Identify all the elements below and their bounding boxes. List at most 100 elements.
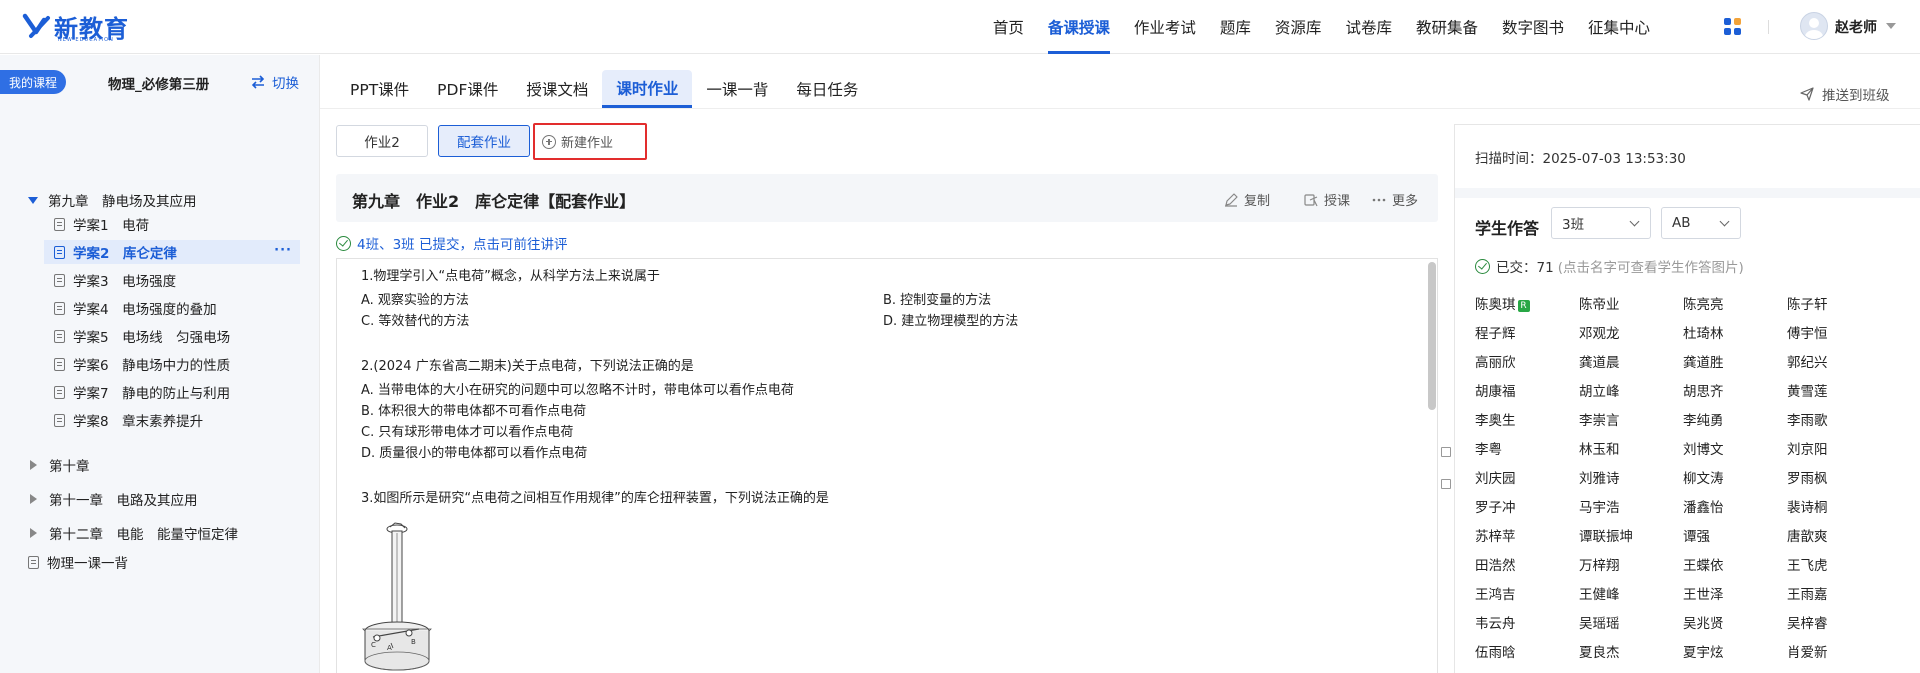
student-name[interactable]: 吴梓睿 (1787, 612, 1828, 632)
homework-2-button[interactable]: 作业2 (336, 125, 428, 157)
tab-ppt[interactable]: PPT课件 (336, 70, 423, 108)
student-name[interactable]: 苏梓苹 (1475, 525, 1516, 545)
lesson-item[interactable]: 学案8 章末素养提升 (44, 408, 300, 432)
lesson-item[interactable]: 学案7 静电的防止与利用 (44, 380, 300, 404)
group-select[interactable]: AB (1661, 207, 1741, 239)
lesson-item[interactable]: 学案6 静电场中力的性质 (44, 352, 300, 376)
new-homework-button[interactable]: 新建作业 (533, 123, 647, 160)
nav-research[interactable]: 教研集备 (1416, 0, 1478, 54)
avatar[interactable] (1800, 12, 1828, 40)
student-name[interactable]: 程子辉 (1475, 322, 1516, 342)
nav-lesson-prep[interactable]: 备课授课 (1047, 0, 1110, 54)
student-name[interactable]: 王世泽 (1683, 583, 1724, 603)
question-preview[interactable]: 1.物理学引入“点电荷”概念，从科学方法上来说属于 A. 观察实验的方法 B. … (336, 258, 1438, 673)
tab-doc[interactable]: 授课文档 (512, 70, 602, 108)
student-name[interactable]: 王飞虎 (1787, 554, 1828, 574)
student-name[interactable]: 李纯勇 (1683, 409, 1724, 429)
student-name[interactable]: 王蝶依 (1683, 554, 1724, 574)
student-name[interactable]: 黄雪莲 (1787, 380, 1828, 400)
preview-scrollbar[interactable] (1428, 262, 1436, 410)
student-name[interactable]: 李奥生 (1475, 409, 1516, 429)
student-name[interactable]: 傅宇恒 (1787, 322, 1828, 342)
student-name[interactable]: 林玉和 (1579, 438, 1620, 458)
lesson-item[interactable]: 学案3 电场强度 (44, 268, 300, 292)
my-course-tag[interactable]: 我的课程 (0, 70, 66, 94)
student-name[interactable]: 肖爱新 (1787, 641, 1828, 661)
chapter-11[interactable]: 第十一章 电路及其应用 (28, 489, 198, 509)
class-select[interactable]: 3班 (1551, 207, 1651, 239)
tab-one-lesson[interactable]: 一课一背 (692, 70, 782, 108)
nav-resources[interactable]: 资源库 (1275, 0, 1322, 54)
caret-down-icon[interactable] (1886, 23, 1896, 29)
student-name[interactable]: 龚道胜 (1683, 351, 1724, 371)
student-name[interactable]: 郭纪兴 (1787, 351, 1828, 371)
switch-course-button[interactable]: 切换 (250, 72, 299, 92)
nav-collection[interactable]: 征集中心 (1588, 0, 1650, 54)
student-name[interactable]: 陈帝业 (1579, 293, 1620, 313)
student-name[interactable]: 谭联振坤 (1579, 525, 1633, 545)
student-name[interactable]: 韦云舟 (1475, 612, 1516, 632)
student-name[interactable]: 裴诗桐 (1787, 496, 1828, 516)
lesson-item[interactable]: 学案5 电场线 匀强电场 (44, 324, 300, 348)
student-name[interactable]: 胡立峰 (1579, 380, 1620, 400)
panel-splitter[interactable] (1438, 258, 1454, 673)
student-name[interactable]: 潘鑫怡 (1683, 496, 1724, 516)
student-name[interactable]: 李崇言 (1579, 409, 1620, 429)
student-name[interactable]: 李雨歌 (1787, 409, 1828, 429)
student-name[interactable]: 罗子冲 (1475, 496, 1516, 516)
student-name[interactable]: 伍雨晗 (1475, 641, 1516, 661)
tab-daily-task[interactable]: 每日任务 (782, 70, 872, 108)
copy-button[interactable]: 复制 (1224, 190, 1270, 209)
teach-button[interactable]: 授课 (1304, 190, 1350, 209)
student-name[interactable]: 夏良杰 (1579, 641, 1620, 661)
collapse-icon[interactable] (1441, 447, 1451, 457)
chapter-10[interactable]: 第十章 (28, 455, 90, 475)
student-name[interactable]: 谭强 (1683, 525, 1710, 545)
tab-homework[interactable]: 课时作业 (602, 70, 693, 108)
student-name[interactable]: 王雨嘉 (1787, 583, 1828, 603)
student-name[interactable]: 万梓翔 (1579, 554, 1620, 574)
student-name[interactable]: 罗雨枫 (1787, 467, 1828, 487)
student-name[interactable]: 田浩然 (1475, 554, 1516, 574)
student-name[interactable]: 陈奥琪 R (1475, 293, 1530, 313)
student-name[interactable]: 陈亮亮 (1683, 293, 1724, 313)
extra-item[interactable]: 物理一课一背 (28, 552, 128, 572)
student-name[interactable]: 邓观龙 (1579, 322, 1620, 342)
student-name[interactable]: 刘京阳 (1787, 438, 1828, 458)
student-name[interactable]: 刘庆园 (1475, 467, 1516, 487)
student-name[interactable]: 柳文涛 (1683, 467, 1724, 487)
student-name[interactable]: 陈子轩 (1787, 293, 1828, 313)
user-name[interactable]: 赵老师 (1835, 17, 1877, 37)
lesson-item-active[interactable]: 学案2 库仑定律 ··· (44, 240, 300, 264)
expand-icon[interactable] (1441, 479, 1451, 489)
more-icon[interactable]: ··· (274, 243, 292, 258)
student-name[interactable]: 王鸿吉 (1475, 583, 1516, 603)
student-name[interactable]: 高丽欣 (1475, 351, 1516, 371)
student-name[interactable]: 唐歆爽 (1787, 525, 1828, 545)
nav-home[interactable]: 首页 (993, 0, 1024, 54)
nav-question-bank[interactable]: 题库 (1220, 0, 1251, 54)
push-to-class-button[interactable]: 推送到班级 (1800, 84, 1890, 104)
chapter-9[interactable]: 第九章 静电场及其应用 (28, 190, 197, 210)
student-name[interactable]: 胡思齐 (1683, 380, 1724, 400)
student-name[interactable]: 胡康福 (1475, 380, 1516, 400)
chapter-12[interactable]: 第十二章 电能 能量守恒定律 (28, 523, 238, 543)
student-name[interactable]: 刘博文 (1683, 438, 1724, 458)
lesson-item[interactable]: 学案1 电荷 (44, 212, 300, 236)
companion-homework-button[interactable]: 配套作业 (438, 125, 530, 157)
student-name[interactable]: 马宇浩 (1579, 496, 1620, 516)
lesson-item[interactable]: 学案4 电场强度的叠加 (44, 296, 300, 320)
student-name[interactable]: 刘雅诗 (1579, 467, 1620, 487)
more-button[interactable]: 更多 (1372, 190, 1418, 209)
nav-paper-bank[interactable]: 试卷库 (1345, 0, 1392, 54)
student-name[interactable]: 王健峰 (1579, 583, 1620, 603)
student-name[interactable]: 吴瑶瑶 (1579, 612, 1620, 632)
tab-pdf[interactable]: PDF课件 (423, 70, 512, 108)
student-name[interactable]: 夏宇炫 (1683, 641, 1724, 661)
student-name[interactable]: 龚道晨 (1579, 351, 1620, 371)
apps-grid-icon[interactable] (1724, 18, 1741, 35)
student-name[interactable]: 李粤 (1475, 438, 1502, 458)
submit-status-link[interactable]: 4班、3班 已提交，点击可前往讲评 (336, 233, 567, 253)
student-name[interactable]: 杜琦林 (1683, 322, 1724, 342)
student-name[interactable]: 吴兆贤 (1683, 612, 1724, 632)
